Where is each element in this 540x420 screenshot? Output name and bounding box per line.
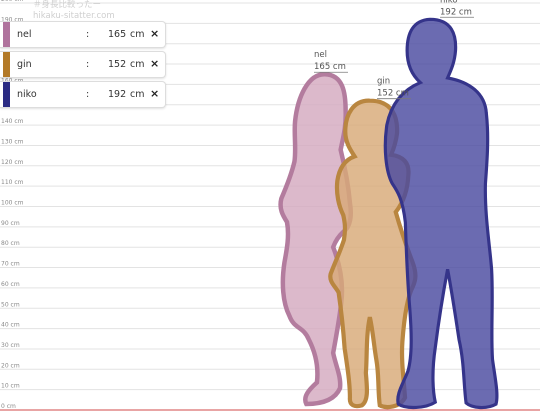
legend-colon: :: [86, 59, 90, 70]
color-swatch: [3, 82, 10, 107]
color-swatch: [3, 52, 10, 77]
y-tick-label: 120 cm: [1, 159, 24, 166]
color-swatch: [3, 22, 10, 47]
y-tick-label: 10 cm: [1, 383, 20, 390]
y-tick-label: 50 cm: [1, 301, 20, 308]
y-tick-label: 140 cm: [1, 118, 24, 125]
legend-name: nel: [17, 29, 32, 40]
silhouette-nel: [281, 74, 351, 404]
remove-icon[interactable]: ×: [150, 87, 159, 100]
y-tick-label: 70 cm: [1, 261, 20, 268]
y-tick-label: 80 cm: [1, 240, 20, 247]
y-tick-label: 60 cm: [1, 281, 20, 288]
y-tick-label: 30 cm: [1, 342, 20, 349]
legend-height: 152: [108, 59, 127, 70]
watermark-title: ＃身長比較ったー: [33, 0, 102, 10]
figure-height-niko: 192 cm: [440, 7, 472, 17]
figure-name-nel: nel: [314, 50, 327, 60]
remove-icon[interactable]: ×: [150, 57, 159, 70]
y-tick-label: 40 cm: [1, 322, 20, 329]
y-tick-label: 130 cm: [1, 138, 24, 145]
figure-name-niko: niko: [440, 0, 458, 5]
legend-unit: cm: [130, 59, 145, 70]
y-tick-label: 110 cm: [1, 179, 24, 186]
legend-name: gin: [17, 59, 32, 70]
figure-height-gin: 152 cm: [377, 89, 409, 99]
legend-height: 192: [108, 89, 127, 100]
legend-item-niko: niko : 192 cm ×: [0, 81, 166, 108]
legend-colon: :: [86, 89, 90, 100]
legend-item-nel: nel : 165 cm ×: [0, 21, 166, 48]
y-tick-label: 100 cm: [1, 200, 24, 207]
legend-unit: cm: [130, 89, 145, 100]
y-tick-label: 200 cm: [1, 0, 24, 3]
figure-height-nel: 165 cm: [314, 62, 346, 72]
figure-name-gin: gin: [377, 77, 390, 87]
remove-icon[interactable]: ×: [150, 27, 159, 40]
figure-nel: [281, 74, 351, 404]
watermark: ＃身長比較ったー hikaku-sitatter.com: [33, 0, 115, 22]
legend-panel: nel : 165 cm × gin : 152 cm × niko : 192…: [0, 21, 166, 111]
legend-height: 165: [108, 29, 127, 40]
legend-name: niko: [17, 89, 37, 100]
y-tick-label: 90 cm: [1, 220, 20, 227]
legend-item-gin: gin : 152 cm ×: [0, 51, 166, 78]
legend-colon: :: [86, 29, 90, 40]
legend-unit: cm: [130, 29, 145, 40]
y-tick-label: 0 cm: [1, 403, 16, 410]
y-tick-label: 20 cm: [1, 362, 20, 369]
